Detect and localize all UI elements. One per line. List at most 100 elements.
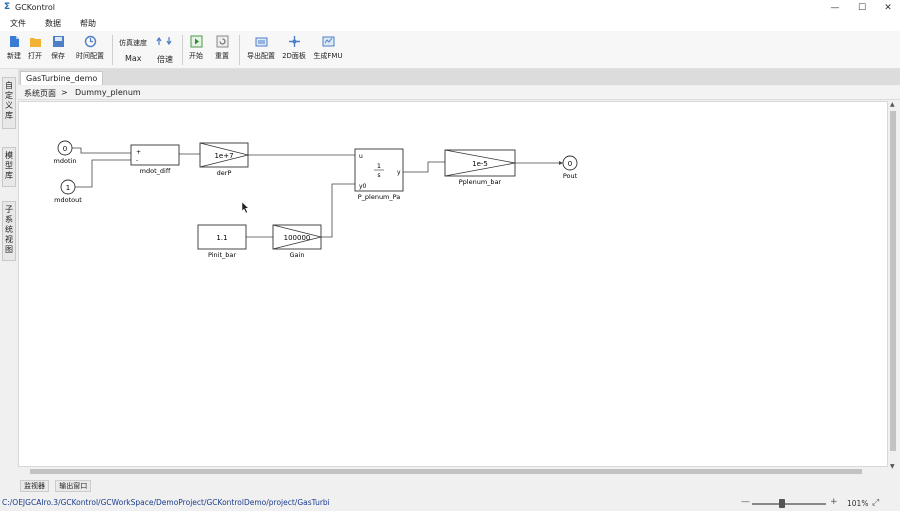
speed-multiplier[interactable]: 倍速 bbox=[157, 54, 173, 65]
constant-value: 1.1 bbox=[216, 234, 227, 242]
inport-mdotout-label: mdotout bbox=[54, 196, 82, 204]
generate-fmu-label: 生成FMU bbox=[313, 52, 343, 60]
constant-label: Pinit_bar bbox=[208, 251, 236, 259]
speed-value[interactable]: Max bbox=[125, 54, 142, 63]
integrator-label: P_plenum_Pa bbox=[358, 193, 401, 201]
maximize-button[interactable]: ☐ bbox=[849, 0, 875, 16]
panel-2d-button[interactable]: 2D面板 bbox=[280, 35, 308, 61]
breadcrumb-separator: > bbox=[61, 88, 68, 97]
zoom-level: 101% bbox=[847, 499, 869, 508]
project-path: C:/OEJGCAIro.3/GCKontrol/GCWorkSpace/Dem… bbox=[2, 498, 330, 507]
horizontal-scrollbar[interactable] bbox=[18, 467, 888, 475]
integrator-y0-port: y0 bbox=[359, 183, 367, 190]
save-label: 保存 bbox=[51, 52, 65, 60]
wire-mdotout-sum bbox=[75, 159, 131, 188]
folder-icon bbox=[29, 38, 41, 47]
reset-button[interactable]: 重置 bbox=[213, 35, 231, 61]
breadcrumb-root[interactable]: 系统页面 bbox=[24, 88, 56, 99]
time-config-label: 时间配置 bbox=[76, 52, 104, 60]
vertical-scroll-thumb[interactable] bbox=[890, 111, 896, 451]
sum-plus-sign: + bbox=[136, 149, 141, 156]
export-config-button[interactable]: 导出配置 bbox=[245, 35, 277, 61]
toolbar-separator bbox=[112, 35, 113, 65]
wire-integrator-pplenum bbox=[403, 161, 445, 173]
breadcrumb-current[interactable]: Dummy_plenum bbox=[75, 88, 141, 97]
integrator-numerator: 1 bbox=[377, 162, 381, 170]
outport-pout-value: 0 bbox=[568, 160, 572, 168]
menu-help[interactable]: 帮助 bbox=[80, 18, 96, 29]
breadcrumb: 系统页面 > Dummy_plenum bbox=[18, 86, 900, 100]
pplenum-gain-label: Pplenum_bar bbox=[459, 178, 502, 186]
title-bar: Σ GCKontrol — ☐ ✕ bbox=[0, 0, 900, 16]
fit-to-screen-icon[interactable]: ⤢ bbox=[872, 498, 879, 508]
reset-icon bbox=[216, 35, 228, 48]
pplenum-gain-value: 1e-5 bbox=[472, 160, 488, 168]
toolbar: 新建 打开 保存 时间配置 仿真速度 Max 倍速 开始 重置 导出配置 2D面… bbox=[0, 31, 900, 69]
gain-value: 100000 bbox=[284, 234, 311, 242]
speed-label: 仿真速度 bbox=[119, 39, 147, 47]
fmu-icon bbox=[322, 36, 334, 47]
integrator-y-port: y bbox=[397, 169, 401, 176]
generate-fmu-button[interactable]: 生成FMU bbox=[312, 35, 344, 61]
block-diagram: 0 mdotin 1 mdotout + - mdot_diff 1e+7 de… bbox=[54, 140, 578, 259]
inport-mdotin-label: mdotin bbox=[54, 157, 77, 165]
inport-mdotout-value: 1 bbox=[66, 184, 70, 192]
panel-2d-label: 2D面板 bbox=[282, 52, 306, 60]
derp-gain-label: derP bbox=[217, 169, 232, 177]
side-tab-label: 子系统视图 bbox=[5, 205, 13, 254]
open-label: 打开 bbox=[28, 52, 42, 60]
menu-bar: 文件 数据 帮助 bbox=[0, 16, 900, 31]
document-tab-bar: GasTurbine_demo bbox=[18, 69, 900, 85]
time-config-button[interactable]: 时间配置 bbox=[74, 35, 106, 61]
scroll-down-icon[interactable]: ▼ bbox=[890, 463, 895, 470]
minimize-button[interactable]: — bbox=[822, 0, 848, 16]
vertical-scrollbar[interactable]: ▲ ▼ bbox=[888, 101, 898, 471]
window-title: GCKontrol bbox=[15, 3, 55, 12]
gain-label: Gain bbox=[290, 251, 305, 259]
bottom-tab-output[interactable]: 输出窗口 bbox=[55, 480, 92, 492]
wire-gain-integrator bbox=[321, 183, 355, 238]
left-side-tabs: 自定义库 模型库 子系统视图 bbox=[0, 73, 16, 493]
new-label: 新建 bbox=[7, 52, 21, 60]
panel-2d-icon bbox=[288, 36, 300, 47]
mouse-cursor-icon bbox=[241, 201, 250, 214]
side-tab-label: 自定义库 bbox=[5, 81, 13, 120]
new-button[interactable]: 新建 bbox=[5, 35, 23, 61]
tab-gasturbine-demo[interactable]: GasTurbine_demo bbox=[20, 71, 104, 85]
save-button[interactable]: 保存 bbox=[49, 35, 67, 61]
speed-arrows-icon[interactable] bbox=[156, 36, 178, 46]
reset-label: 重置 bbox=[215, 52, 229, 60]
new-file-icon bbox=[9, 36, 19, 47]
zoom-out-button[interactable]: — bbox=[741, 497, 750, 507]
save-icon bbox=[52, 36, 64, 47]
derp-gain-value: 1e+7 bbox=[214, 152, 233, 160]
wire-mdotin-sum bbox=[72, 147, 131, 154]
open-button[interactable]: 打开 bbox=[26, 35, 44, 61]
time-config-icon bbox=[84, 35, 96, 48]
scroll-up-icon[interactable]: ▲ bbox=[890, 101, 895, 108]
diagram-canvas[interactable]: 0 mdotin 1 mdotout + - mdot_diff 1e+7 de… bbox=[18, 101, 888, 467]
side-tab-custom-library[interactable]: 自定义库 bbox=[2, 77, 16, 129]
bottom-tab-monitor[interactable]: 监视器 bbox=[20, 480, 49, 492]
outport-pout-label: Pout bbox=[563, 172, 578, 180]
bottom-tabs: 监视器 输出窗口 bbox=[20, 480, 95, 492]
horizontal-scroll-thumb[interactable] bbox=[30, 469, 862, 474]
start-button[interactable]: 开始 bbox=[187, 35, 205, 61]
menu-file[interactable]: 文件 bbox=[10, 18, 26, 29]
menu-data[interactable]: 数据 bbox=[45, 18, 61, 29]
export-icon bbox=[255, 37, 267, 47]
zoom-slider-knob[interactable] bbox=[779, 499, 786, 508]
side-tab-model-library[interactable]: 模型库 bbox=[2, 147, 16, 187]
zoom-in-button[interactable]: + bbox=[830, 497, 838, 507]
integrator-u-port: u bbox=[359, 153, 363, 160]
inport-mdotin-value: 0 bbox=[63, 145, 67, 153]
sum-block-label: mdot_diff bbox=[140, 167, 171, 175]
side-tab-subsystem-view[interactable]: 子系统视图 bbox=[2, 201, 16, 261]
toolbar-separator bbox=[239, 35, 240, 65]
integrator-denominator: s bbox=[377, 172, 380, 179]
side-tab-label: 模型库 bbox=[5, 151, 13, 180]
zoom-slider-track[interactable] bbox=[752, 503, 826, 505]
toolbar-separator bbox=[182, 35, 183, 65]
sum-minus-sign: - bbox=[136, 157, 138, 164]
close-button[interactable]: ✕ bbox=[875, 0, 900, 16]
